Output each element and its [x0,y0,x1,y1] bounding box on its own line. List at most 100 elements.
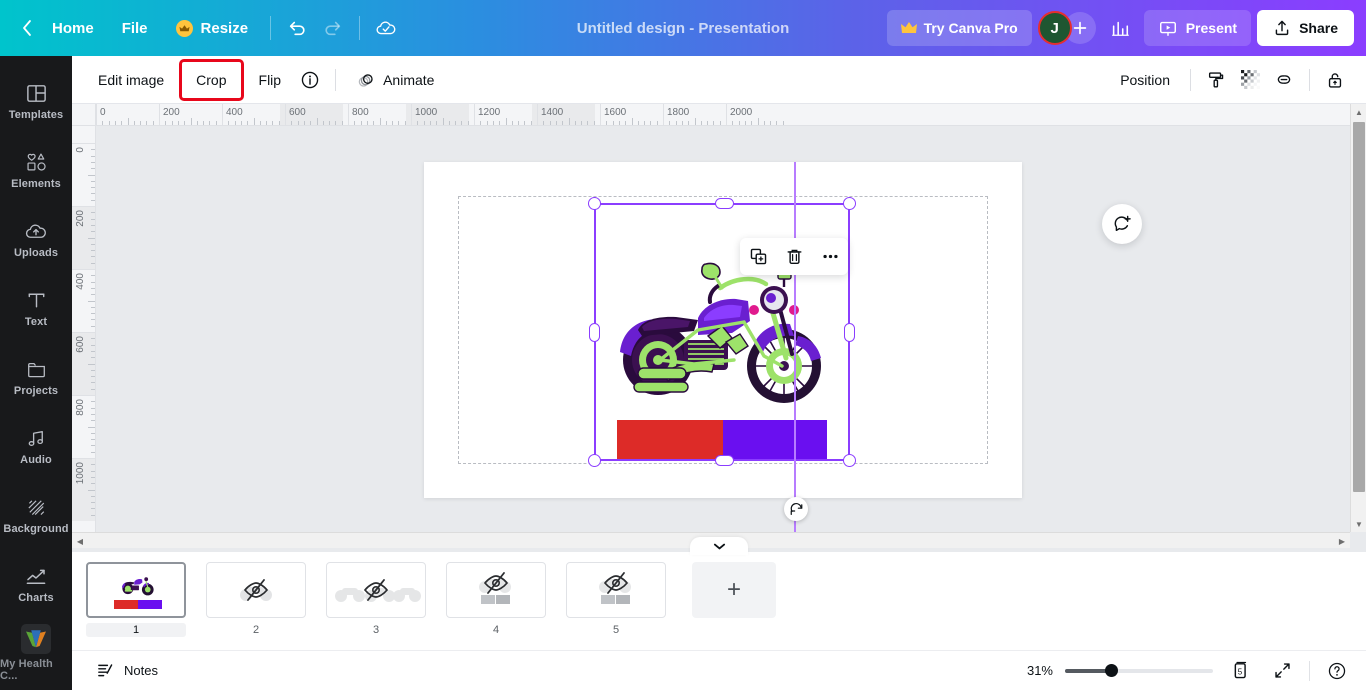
ruler-minor-tick [91,483,95,485]
avatar[interactable]: J [1037,11,1072,45]
present-label: Present [1185,20,1238,36]
sidebar-item-templates[interactable]: Templates [0,66,72,135]
ruler-minor-tick [91,149,95,151]
ruler-minor-tick [91,224,95,226]
try-canva-pro-button[interactable]: Try Canva Pro [886,10,1032,46]
page-thumbnail-5[interactable]: 5 [566,562,666,637]
page-thumbnail-1[interactable]: 1 [86,562,186,637]
page-number: 3 [372,624,380,636]
resize-handle-top-right[interactable] [843,197,856,210]
fullscreen-button[interactable] [1267,656,1297,686]
page-manager-button[interactable]: 5 [1225,656,1255,686]
page-thumbnail-preview[interactable] [326,562,426,618]
purple-bar-element[interactable] [723,420,827,460]
ruler-label: 1000 [415,107,438,118]
ruler-minor-tick [209,121,211,125]
scroll-up-arrow[interactable]: ▲ [1351,104,1366,120]
sidebar-item-brand[interactable]: My Health C... [0,619,72,688]
zoom-slider[interactable] [1065,663,1213,679]
page-thumbnail-preview[interactable] [206,562,306,618]
ruler-major-line [96,104,97,125]
scroll-left-arrow[interactable]: ◀ [72,533,88,548]
sidebar-item-uploads[interactable]: Uploads [0,204,72,273]
resize-handle-top-center[interactable] [715,198,734,209]
copy-style-button[interactable] [1199,63,1233,97]
ruler-major-line [222,104,223,125]
more-options-button[interactable] [815,242,845,272]
image-info-button[interactable] [293,63,327,97]
bottom-status-bar: Notes 31% 5 [72,650,1366,690]
toolbar-separator-2 [1190,68,1191,91]
paint-roller-icon [1208,71,1224,87]
home-button[interactable]: Home [38,10,108,46]
crop-button[interactable]: Crop [179,58,244,101]
sidebar-item-background[interactable]: Background [0,481,72,550]
horizontal-ruler[interactable]: 0 200 400 600 800 1000 1200 1400 1600 1800 2000 [96,104,1350,126]
vertical-scrollbar[interactable]: ▲ ▼ [1350,104,1366,532]
resize-handle-middle-left[interactable] [589,323,600,342]
edit-image-label: Edit image [98,71,165,88]
resize-button[interactable]: Resize [162,10,263,46]
redo-button[interactable] [315,10,351,46]
back-button[interactable] [16,19,38,37]
edit-image-button[interactable]: Edit image [86,64,176,96]
page-thumbnail-4[interactable]: 4 [446,562,546,637]
scroll-down-arrow[interactable]: ▼ [1351,516,1366,532]
ruler-minor-tick [499,121,501,125]
ruler-minor-tick [341,121,343,125]
page-thumbnail-preview[interactable] [446,562,546,618]
page-number: 4 [492,624,500,636]
sidebar-item-projects[interactable]: Projects [0,342,72,411]
sidebar-item-audio[interactable]: Audio [0,412,72,481]
undo-button[interactable] [279,10,315,46]
vertical-scrollbar-thumb[interactable] [1353,122,1365,492]
collapse-page-strip-button[interactable] [690,537,748,555]
delete-button[interactable] [779,242,809,272]
ruler-minor-tick [297,121,299,125]
zoom-slider-knob[interactable] [1105,664,1118,677]
ruler-minor-tick [530,121,532,125]
resize-handle-top-left[interactable] [588,197,601,210]
resize-handle-bottom-center[interactable] [715,455,734,466]
page-thumbnail-preview[interactable] [86,562,186,618]
red-bar-element[interactable] [617,420,723,460]
collaborators-group: J [1037,11,1096,45]
link-button[interactable] [1267,63,1301,97]
ruler-minor-tick [91,432,95,434]
share-button[interactable]: Share [1257,10,1354,46]
resize-handle-bottom-right[interactable] [843,454,856,467]
ruler-major-line [72,332,95,333]
ruler-minor-tick [518,121,520,125]
sidebar-item-text[interactable]: Text [0,273,72,342]
page-thumbnail-preview[interactable] [566,562,666,618]
notes-icon [98,664,113,677]
vertical-ruler[interactable]: 0 200 400 600 800 1000 [72,126,96,532]
add-comment-button[interactable] [1102,204,1142,244]
lock-button[interactable] [1318,63,1352,97]
position-button[interactable]: Position [1108,64,1182,96]
present-button[interactable]: Present [1143,10,1252,46]
file-menu-button[interactable]: File [108,10,162,46]
sidebar-item-elements[interactable]: Elements [0,135,72,204]
link-icon [1277,74,1291,84]
ruler-minor-tick [335,121,337,125]
cloud-save-status-button[interactable] [368,10,404,46]
duplicate-button[interactable] [743,242,773,272]
transparency-button[interactable] [1233,63,1267,97]
insights-button[interactable] [1102,10,1138,46]
animate-button[interactable]: Animate [344,64,446,96]
add-page-button[interactable]: + [692,562,776,618]
page-thumbnail-3[interactable]: 3 [326,562,426,637]
rotate-handle[interactable] [784,497,808,521]
ruler-minor-tick [757,118,759,125]
help-button[interactable] [1322,656,1352,686]
flip-button[interactable]: Flip [247,64,294,96]
scroll-right-arrow[interactable]: ▶ [1334,533,1350,548]
ruler-minor-tick [91,508,95,510]
resize-handle-bottom-left[interactable] [588,454,601,467]
notes-button[interactable]: Notes [86,656,168,686]
ruler-minor-tick [574,121,576,125]
sidebar-item-charts[interactable]: Charts [0,550,72,619]
page-thumbnail-2[interactable]: 2 [206,562,306,637]
resize-handle-middle-right[interactable] [844,323,855,342]
